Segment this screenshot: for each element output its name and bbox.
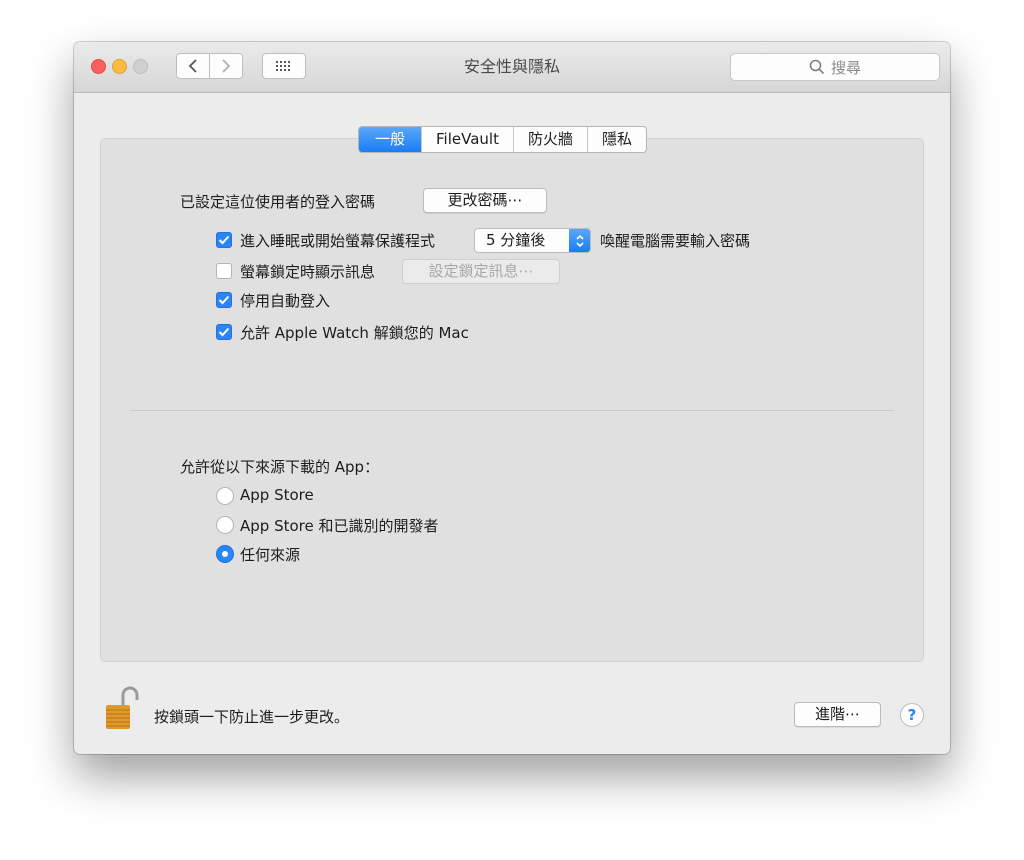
- window-title: 安全性與隱私: [463, 57, 560, 76]
- close-button[interactable]: [91, 59, 106, 74]
- download-source-label: 允許從以下來源下載的 App：: [180, 458, 380, 476]
- checkmark-icon: [218, 327, 230, 337]
- disable-auto-login-checkbox[interactable]: [216, 292, 232, 308]
- source-anywhere-label: 任何來源: [240, 546, 301, 564]
- help-button[interactable]: ?: [900, 703, 924, 727]
- select-value: 5 分鐘後: [486, 231, 546, 249]
- preferences-window: 安全性與隱私 搜尋 一般 FileVault 防火牆 隱私 已設定這位使用者的登…: [74, 42, 950, 754]
- source-app-store-label: App Store: [240, 486, 314, 504]
- back-button[interactable]: [176, 53, 210, 79]
- require-password-delay-select[interactable]: 5 分鐘後: [474, 228, 591, 253]
- require-password-suffix: 喚醒電腦需要輸入密碼: [600, 232, 751, 250]
- apple-watch-unlock-checkbox[interactable]: [216, 324, 232, 340]
- require-password-checkbox[interactable]: [216, 232, 232, 248]
- show-all-button[interactable]: [262, 53, 306, 79]
- tab-general[interactable]: 一般: [359, 127, 422, 152]
- unlocked-padlock-icon[interactable]: [104, 685, 140, 731]
- tab-filevault[interactable]: FileVault: [421, 127, 513, 152]
- source-anywhere-radio[interactable]: [216, 545, 234, 563]
- forward-button[interactable]: [209, 53, 243, 79]
- stepper-arrows-icon: [569, 229, 590, 252]
- source-app-store-radio[interactable]: [216, 487, 234, 505]
- password-set-label: 已設定這位使用者的登入密碼: [180, 193, 376, 211]
- search-field[interactable]: 搜尋: [730, 53, 940, 81]
- disable-auto-login-label: 停用自動登入: [240, 292, 331, 310]
- back-arrow-icon: [188, 59, 197, 73]
- section-divider: [130, 410, 894, 411]
- apple-watch-unlock-label: 允許 Apple Watch 解鎖您的 Mac: [240, 324, 469, 342]
- require-password-label: 進入睡眠或開始螢幕保護程式: [240, 232, 436, 250]
- show-message-label: 螢幕鎖定時顯示訊息: [240, 263, 376, 281]
- source-identified-developers-label: App Store 和已識別的開發者: [240, 517, 439, 535]
- show-all-grid-icon: [276, 61, 290, 71]
- title-bar: 安全性與隱私 搜尋: [74, 42, 950, 93]
- search-icon: [809, 59, 825, 75]
- lock-instruction-text: 按鎖頭一下防止進一步更改。: [154, 708, 350, 726]
- checkmark-icon: [218, 235, 230, 245]
- forward-arrow-icon: [222, 59, 231, 73]
- content-panel: [100, 138, 924, 662]
- set-lock-message-button[interactable]: 設定鎖定訊息⋯: [402, 259, 560, 284]
- checkmark-icon: [218, 295, 230, 305]
- advanced-button[interactable]: 進階⋯: [794, 702, 881, 727]
- change-password-button[interactable]: 更改密碼⋯: [423, 188, 547, 213]
- search-placeholder: 搜尋: [830, 58, 861, 77]
- source-identified-developers-radio[interactable]: [216, 516, 234, 534]
- show-message-checkbox[interactable]: [216, 263, 232, 279]
- minimize-button[interactable]: [112, 59, 127, 74]
- tab-firewall[interactable]: 防火牆: [512, 127, 587, 152]
- tab-privacy[interactable]: 隱私: [586, 127, 646, 152]
- zoom-button[interactable]: [133, 59, 148, 74]
- tab-bar: 一般 FileVault 防火牆 隱私: [358, 126, 647, 153]
